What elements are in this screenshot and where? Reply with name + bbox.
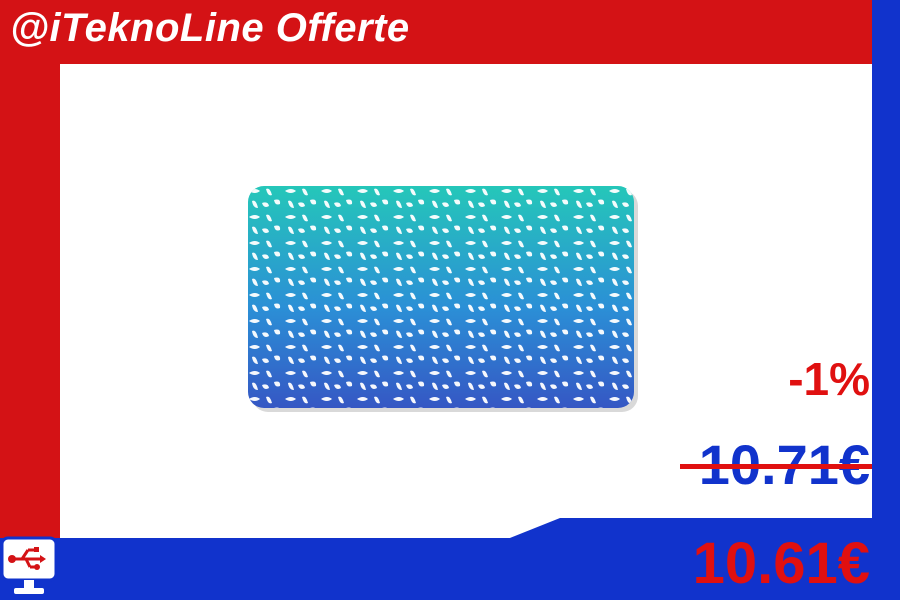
usb-monitor-icon	[0, 536, 58, 598]
old-price-strikethrough	[680, 464, 872, 469]
new-price: 10.61€	[692, 531, 870, 596]
left-red-border	[0, 0, 60, 540]
product-image	[246, 186, 642, 414]
right-blue-border	[872, 0, 900, 600]
promo-frame: @iTeknoLine Offerte -1% 10.71€ 10.61€	[0, 0, 900, 600]
discount-badge: -1%	[788, 353, 870, 405]
brand-title: @iTeknoLine Offerte	[10, 6, 410, 50]
